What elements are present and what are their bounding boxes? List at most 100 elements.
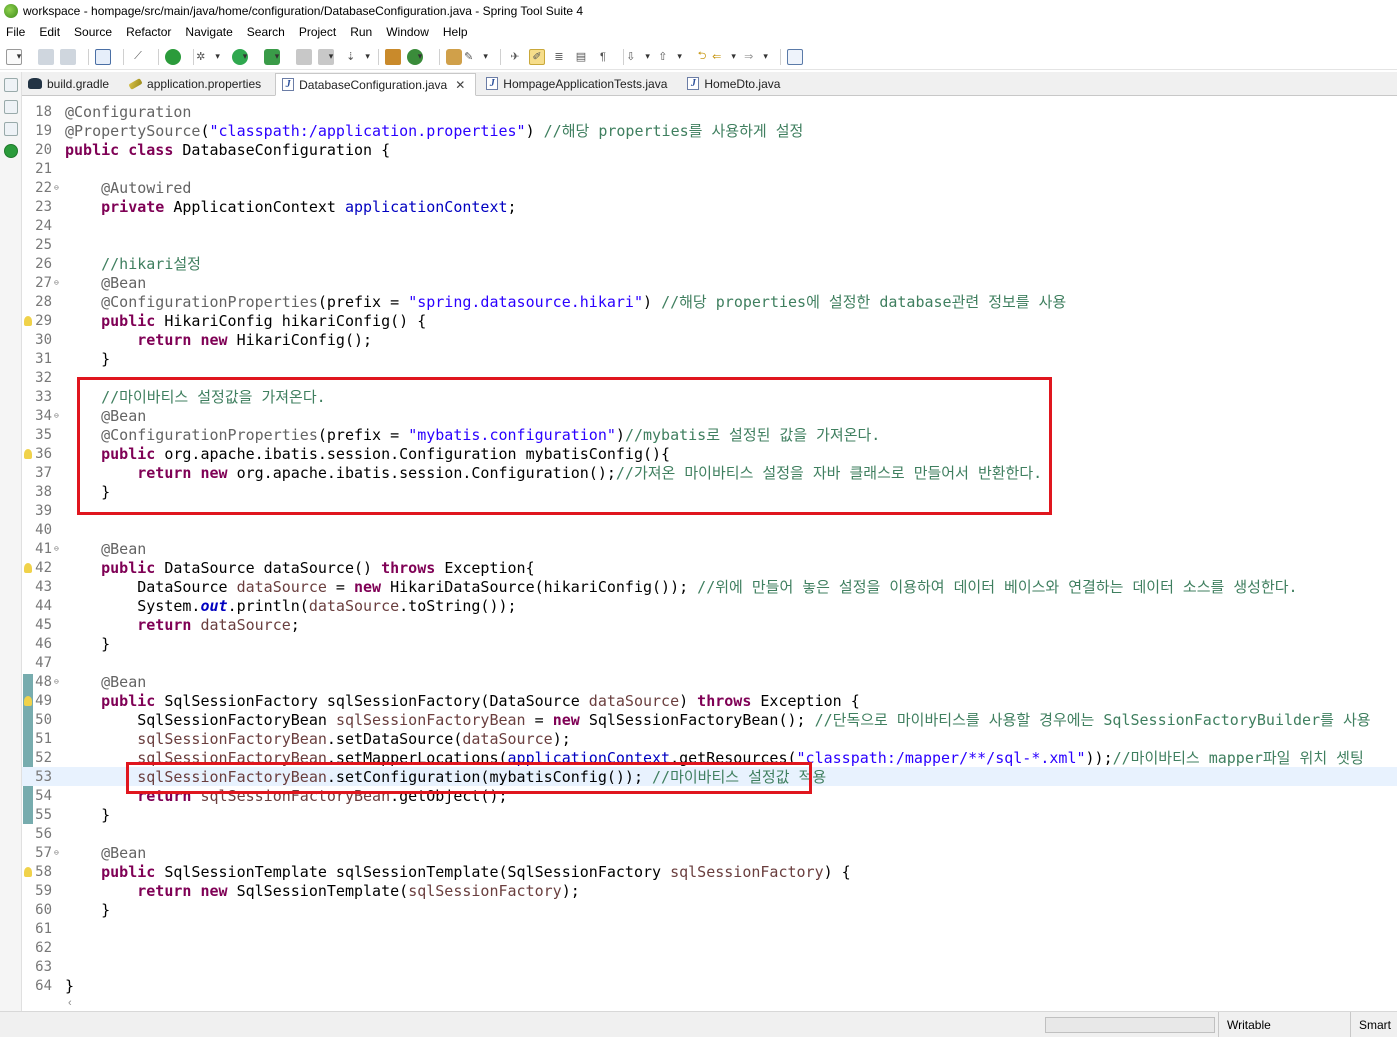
code-line[interactable]: 63 — [22, 957, 1397, 976]
toggle-ant-editor-icon[interactable]: ✈ — [507, 49, 523, 65]
override-marker-icon[interactable] — [24, 316, 32, 326]
code-line[interactable]: 44 System.out.println(dataSource.toStrin… — [22, 596, 1397, 615]
code-line[interactable]: 31 } — [22, 349, 1397, 368]
toggle-mark-occurrences-icon[interactable]: ✐ — [529, 48, 545, 65]
menu-help[interactable]: Help — [443, 25, 468, 39]
code-editor[interactable]: 18 @Configuration 19 @PropertySource("class… — [22, 97, 1397, 997]
open-console-icon[interactable] — [95, 48, 111, 65]
code-line[interactable]: 59 return new SqlSessionTemplate(sqlSess… — [22, 881, 1397, 900]
toggle-word-wrap-icon[interactable]: ≣ — [551, 49, 567, 65]
code-line[interactable]: 61 — [22, 919, 1397, 938]
disconnect-icon[interactable]: ⇣ — [346, 49, 366, 65]
code-line[interactable]: 28 @ConfigurationProperties(prefix = "sp… — [22, 292, 1397, 311]
code-line[interactable]: 43 DataSource dataSource = new HikariDat… — [22, 577, 1397, 596]
run-external-tools-icon[interactable] — [264, 48, 280, 65]
menu-source[interactable]: Source — [74, 25, 112, 39]
code-line[interactable]: 19 @PropertySource("classpath:/applicatio… — [22, 121, 1397, 140]
tab-databaseconfiguration-java[interactable]: J DatabaseConfiguration.java ✕ — [275, 73, 477, 96]
code-line[interactable]: 41 ⊖ @Bean — [22, 539, 1397, 558]
fold-toggle-icon[interactable]: ⊖ — [54, 411, 64, 420]
code-line[interactable]: 57 ⊖ @Bean — [22, 843, 1397, 862]
code-line[interactable]: 20 public class DatabaseConfiguration { — [22, 140, 1397, 159]
outline-icon[interactable] — [4, 100, 18, 114]
code-text: return new SqlSessionTemplate(sqlSession… — [64, 882, 580, 900]
code-line[interactable]: 55 } — [22, 805, 1397, 824]
code-line[interactable]: 62 — [22, 938, 1397, 957]
last-edit-location-icon[interactable]: ⮌ — [694, 49, 710, 65]
toggle-block-selection-icon[interactable]: ▤ — [573, 49, 589, 65]
fold-toggle-icon[interactable]: ⊖ — [54, 677, 64, 686]
code-line[interactable]: 30 return new HikariConfig(); — [22, 330, 1397, 349]
code-line[interactable]: 23 private ApplicationContext applicatio… — [22, 197, 1397, 216]
tab-hompageapplicationtests-java[interactable]: J HompageApplicationTests.java — [480, 72, 677, 95]
save-all-icon[interactable] — [60, 48, 76, 65]
new-icon[interactable] — [6, 48, 22, 65]
code-line[interactable]: 29 public HikariConfig hikariConfig() { — [22, 311, 1397, 330]
next-annotation-icon[interactable]: ⇩ — [626, 49, 646, 65]
save-icon[interactable] — [38, 48, 54, 65]
code-line[interactable]: 47 — [22, 653, 1397, 672]
menu-navigate[interactable]: Navigate — [185, 25, 232, 39]
code-line[interactable]: 46 } — [22, 634, 1397, 653]
horizontal-scrollbar[interactable]: ‹ — [22, 997, 1397, 1011]
stop-icon[interactable] — [296, 48, 312, 65]
back-icon[interactable]: ⇐ — [712, 49, 732, 65]
fold-toggle-icon[interactable]: ⊖ — [54, 183, 64, 192]
code-line[interactable]: 49 public SqlSessionFactory sqlSessionFa… — [22, 691, 1397, 710]
code-line[interactable]: 64} — [22, 976, 1397, 995]
tab-homedto-java[interactable]: J HomeDto.java — [681, 72, 790, 95]
code-line[interactable]: 60 } — [22, 900, 1397, 919]
tab-label: application.properties — [147, 76, 262, 91]
menu-search[interactable]: Search — [247, 25, 285, 39]
code-line[interactable]: 48 ⊖ @Bean — [22, 672, 1397, 691]
restore-package-explorer-icon[interactable] — [4, 78, 18, 92]
code-line[interactable]: 24 — [22, 216, 1397, 235]
code-line[interactable]: 27 ⊖ @Bean — [22, 273, 1397, 292]
new-java-package-icon[interactable] — [385, 48, 401, 65]
menu-refactor[interactable]: Refactor — [126, 25, 171, 39]
code-line[interactable]: 50 SqlSessionFactoryBean sqlSessionFacto… — [22, 710, 1397, 729]
menu-project[interactable]: Project — [299, 25, 336, 39]
fold-toggle-icon[interactable]: ⊖ — [54, 544, 64, 553]
menu-window[interactable]: Window — [386, 25, 429, 39]
tab-build-gradle[interactable]: build.gradle — [22, 72, 119, 95]
previous-annotation-icon[interactable]: ⇧ — [658, 49, 678, 65]
skip-breakpoints-icon[interactable]: ⟋ — [130, 49, 146, 65]
code-line[interactable]: 18 @Configuration — [22, 102, 1397, 121]
code-line[interactable]: 21 — [22, 159, 1397, 178]
pin-editor-icon[interactable] — [787, 48, 803, 65]
status-insert-mode[interactable]: Smart — [1350, 1012, 1391, 1037]
code-line[interactable]: 26 //hikari설정 — [22, 254, 1397, 273]
tab-application-properties[interactable]: application.properties — [123, 72, 271, 95]
code-line[interactable]: 51 sqlSessionFactoryBean.setDataSource(d… — [22, 729, 1397, 748]
override-marker-icon[interactable] — [24, 696, 32, 706]
code-line[interactable]: 58 public SqlSessionTemplate sqlSessionT… — [22, 862, 1397, 881]
code-line[interactable]: 22 ⊖ @Autowired — [22, 178, 1397, 197]
new-java-class-icon[interactable] — [407, 48, 423, 65]
restore-view-icon[interactable] — [4, 122, 18, 136]
debug-icon[interactable]: ✲ — [196, 49, 216, 65]
menu-run[interactable]: Run — [350, 25, 372, 39]
fold-toggle-icon[interactable]: ⊖ — [54, 278, 64, 287]
code-line[interactable]: 45 return dataSource; — [22, 615, 1397, 634]
override-marker-icon[interactable] — [24, 449, 32, 459]
menu-file[interactable]: File — [6, 25, 25, 39]
fold-toggle-icon[interactable]: ⊖ — [54, 848, 64, 857]
override-marker-icon[interactable] — [24, 563, 32, 573]
open-type-icon[interactable] — [446, 48, 462, 65]
boot-dashboard-icon[interactable] — [165, 48, 181, 65]
code-line[interactable]: 40 — [22, 520, 1397, 539]
forward-icon[interactable]: ⇒ — [744, 49, 764, 65]
menu-edit[interactable]: Edit — [39, 25, 60, 39]
show-whitespace-icon[interactable]: ¶ — [595, 49, 611, 65]
close-tab-icon[interactable]: ✕ — [455, 78, 465, 92]
override-marker-icon[interactable] — [24, 867, 32, 877]
code-line[interactable]: 25 — [22, 235, 1397, 254]
run-icon[interactable] — [232, 48, 248, 65]
relaunch-icon[interactable] — [318, 48, 334, 65]
boot-dashboard-trim-icon[interactable] — [4, 144, 18, 158]
scroll-left-icon[interactable]: ‹ — [68, 997, 72, 1009]
search-icon[interactable]: ✎ — [464, 49, 484, 65]
code-line[interactable]: 56 — [22, 824, 1397, 843]
code-line[interactable]: 42 public DataSource dataSource() throws… — [22, 558, 1397, 577]
